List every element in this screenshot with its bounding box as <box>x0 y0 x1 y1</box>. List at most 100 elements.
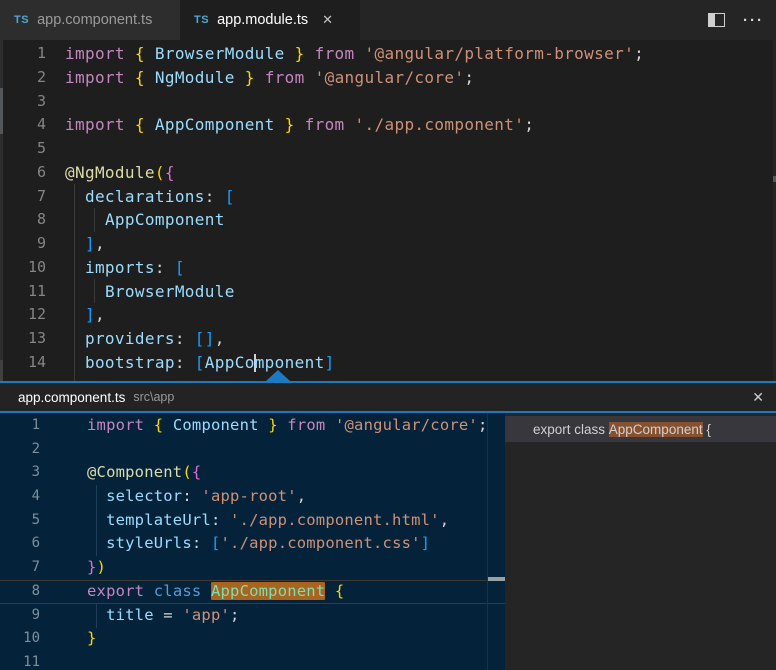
code-token: ; <box>524 115 534 134</box>
code-line: import { Component } from '@angular/core… <box>0 414 505 438</box>
code-token: bootstrap <box>85 353 175 372</box>
code-token: './app.component.html' <box>230 511 440 529</box>
reference-item[interactable]: export class AppComponent { <box>505 416 776 442</box>
code-token: class <box>154 582 202 600</box>
code-token <box>145 115 155 134</box>
code-token: , <box>215 329 225 348</box>
code-token: ; <box>634 44 644 63</box>
code-token <box>345 115 355 134</box>
overview-ruler[interactable] <box>487 413 488 670</box>
code-token: { <box>192 463 202 481</box>
code-line: selector: 'app-root', <box>0 485 505 509</box>
matched-symbol: AppComponent <box>211 582 325 600</box>
code-line <box>0 651 505 670</box>
code-token <box>125 44 135 63</box>
code-token: ; <box>464 68 474 87</box>
code-token: './app.component' <box>355 115 525 134</box>
code-token <box>325 416 335 434</box>
code-token: 'app' <box>182 606 230 624</box>
code-token: { <box>135 115 145 134</box>
code-line: providers: [], <box>0 327 776 351</box>
code-token: : <box>192 534 211 552</box>
reference-match: AppComponent <box>609 422 703 437</box>
editor-actions: ··· <box>708 0 776 40</box>
code-line: import { BrowserModule } from '@angular/… <box>0 42 776 66</box>
overview-ruler-marker <box>488 577 505 581</box>
code-token: styleUrls <box>106 534 192 552</box>
code-token <box>285 44 295 63</box>
code-token: @Component <box>87 463 182 481</box>
code-line: styleUrls: ['./app.component.css'] <box>0 532 505 556</box>
code-token: AppComponent <box>105 210 225 229</box>
peek-header[interactable]: app.component.ts src\app ✕ <box>0 383 776 411</box>
code-token <box>163 416 173 434</box>
code-line: import { NgModule } from '@angular/core'… <box>0 66 776 90</box>
code-token: [ <box>211 534 221 552</box>
code-line: declarations: [ <box>0 185 776 209</box>
code-token: import <box>65 115 125 134</box>
code-area: import { Component } from '@angular/core… <box>0 414 505 670</box>
code-token: mponent <box>255 353 325 372</box>
split-editor-icon[interactable] <box>708 13 725 27</box>
reference-text: export class <box>533 422 609 437</box>
code-token: ] <box>421 534 431 552</box>
code-token: @NgModule <box>65 163 155 182</box>
code-token: } <box>295 44 305 63</box>
code-token <box>235 68 245 87</box>
code-token: from <box>305 115 345 134</box>
code-area: import { BrowserModule } from '@angular/… <box>0 42 776 375</box>
code-token: title <box>106 606 154 624</box>
code-token: imports <box>85 258 155 277</box>
more-actions-icon[interactable]: ··· <box>743 12 764 29</box>
code-token: , <box>297 487 307 505</box>
code-token: ; <box>230 606 240 624</box>
code-token: : <box>211 511 230 529</box>
code-token: AppCo <box>205 353 255 372</box>
code-token: { <box>154 416 164 434</box>
code-token: } <box>268 416 278 434</box>
code-token <box>275 115 285 134</box>
code-line: @Component({ <box>0 461 505 485</box>
tab-app-module-ts[interactable]: TS app.module.ts ✕ <box>180 0 360 40</box>
code-token: } <box>245 68 255 87</box>
code-token <box>305 68 315 87</box>
code-token <box>125 115 135 134</box>
code-token <box>144 582 154 600</box>
peek-references-panel: export class AppComponent { <box>505 413 776 670</box>
code-token: from <box>315 44 355 63</box>
code-line: } <box>0 627 505 651</box>
code-token <box>305 44 315 63</box>
code-token: [ <box>195 353 205 372</box>
code-token: 'app-root' <box>201 487 296 505</box>
code-token: selector <box>106 487 182 505</box>
tab-app-component-ts[interactable]: TS app.component.ts <box>0 0 180 40</box>
code-token: [ <box>225 187 235 206</box>
peek-body: 1234567891011 import { Component } from … <box>0 413 776 670</box>
code-token <box>144 416 154 434</box>
code-line: title = 'app'; <box>0 604 505 628</box>
code-token: declarations <box>85 187 205 206</box>
code-line: export class AppComponent { <box>0 580 505 604</box>
code-token: { <box>165 163 175 182</box>
indent-guide <box>96 485 97 556</box>
tab-label: app.component.ts <box>37 12 152 28</box>
main-editor[interactable]: 1234567891011121314 import { BrowserModu… <box>0 40 776 381</box>
code-line: bootstrap: [AppComponent] <box>0 351 776 375</box>
indent-guide <box>96 604 97 628</box>
indent-guide <box>74 184 75 381</box>
indent-guide <box>94 208 95 232</box>
close-icon[interactable]: ✕ <box>752 389 764 406</box>
code-token: AppComponent <box>155 115 275 134</box>
code-line: ], <box>0 232 776 256</box>
code-token <box>355 44 365 63</box>
code-line: ], <box>0 303 776 327</box>
code-token <box>295 115 305 134</box>
peek-editor[interactable]: 1234567891011 import { Component } from … <box>0 413 505 670</box>
close-icon[interactable]: ✕ <box>322 12 333 28</box>
code-token <box>65 210 105 229</box>
code-token: ] <box>85 234 95 253</box>
code-token <box>259 416 269 434</box>
code-token <box>325 582 335 600</box>
code-token: : <box>175 353 195 372</box>
code-token: export <box>87 582 144 600</box>
